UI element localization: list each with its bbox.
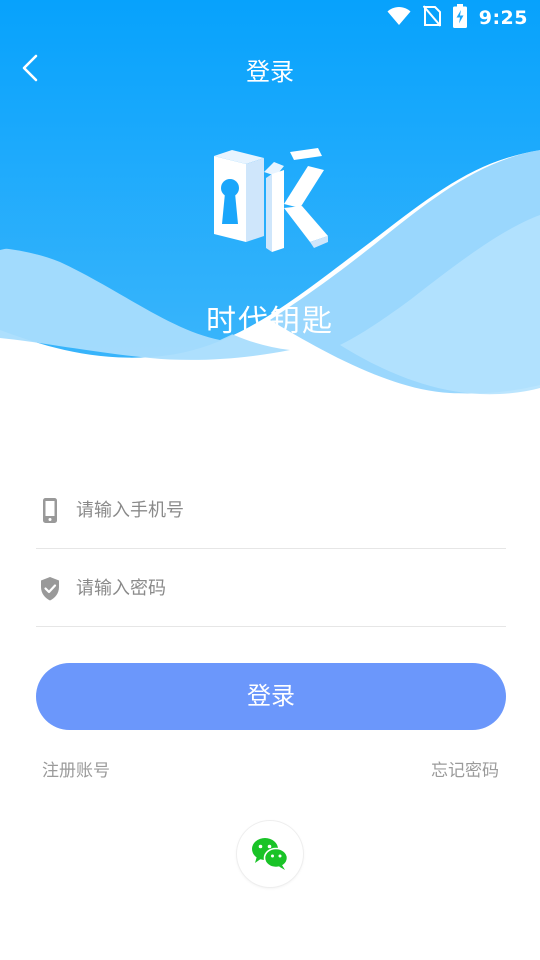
wechat-login-button[interactable] [237, 821, 303, 887]
header-banner: 9:25 登录 时代钥匙 [0, 0, 540, 400]
status-bar: 9:25 [0, 0, 540, 38]
forgot-password-link[interactable]: 忘记密码 [431, 756, 499, 781]
login-screen: 9:25 登录 时代钥匙 请输入手机号 登录 注册账号 忘记密码 [0, 0, 540, 960]
register-link[interactable]: 注册账号 [42, 756, 110, 781]
ok-key-logo [214, 148, 328, 252]
password-input[interactable] [76, 568, 496, 608]
wechat-icon [252, 838, 289, 870]
app-name: 时代钥匙 [206, 304, 334, 339]
battery-charging-icon [452, 4, 467, 32]
nav-bar: 登录 [0, 40, 540, 96]
no-sim-icon [422, 5, 441, 31]
page-title: 登录 [246, 58, 294, 86]
phone-input[interactable] [76, 490, 496, 530]
status-time: 9:25 [478, 7, 528, 29]
app-logo [210, 148, 332, 258]
password-field [36, 550, 506, 627]
phone-field [36, 472, 506, 549]
status-icons: 9:25 [387, 4, 528, 32]
phone-icon [38, 498, 62, 524]
login-button[interactable]: 登录 [36, 663, 506, 730]
shield-check-icon [38, 576, 62, 602]
wifi-icon [387, 6, 411, 30]
